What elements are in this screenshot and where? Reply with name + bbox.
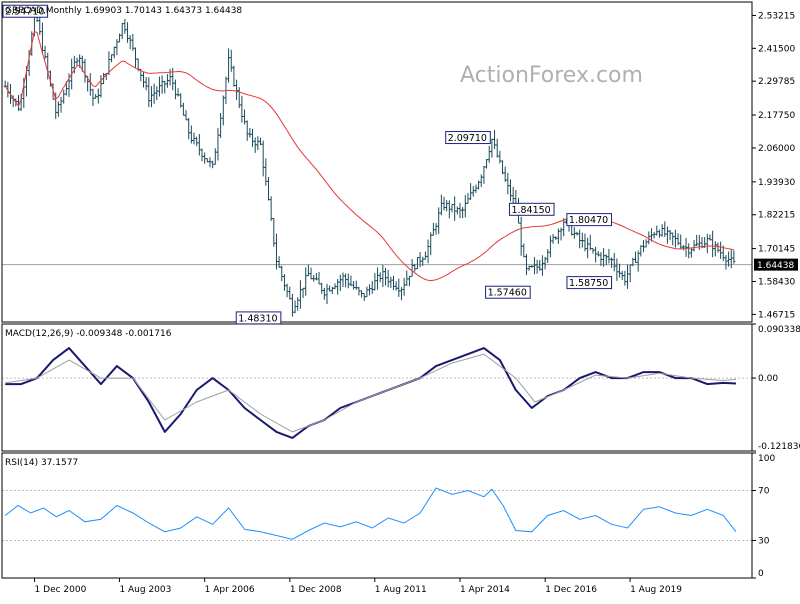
price-y-tick-label: 2.29785: [758, 77, 795, 87]
price-bars-layer: [3, 11, 736, 317]
macd-signal-line: [5, 353, 737, 433]
price-y-tick-label: 1.58430: [758, 277, 795, 287]
price-y-tick-label: 1.46715: [758, 310, 795, 320]
chart-canvas[interactable]: ActionForex.com 2.53215 2.41500 2.29785 2.1…: [0, 0, 800, 600]
indicator-lines-layer: [4, 30, 737, 540]
price-panel-title: GBPCAD,Monthly 1.69903 1.70143 1.64373 1…: [5, 6, 242, 16]
price-y-tick-label: 1.70145: [758, 245, 795, 255]
macd-macd-line: [5, 347, 737, 439]
rsi-panel-title: RSI(14) 37.1577: [5, 458, 78, 468]
panel-frames-layer: [1, 1, 756, 582]
annotation-label: 1.57460: [488, 288, 527, 299]
chart-root: ActionForex.com 2.53215 2.41500 2.29785 2.1…: [0, 0, 800, 600]
price-y-tick-label: 2.17750: [758, 111, 795, 121]
macd-y-tick-label: 0.00: [758, 374, 778, 384]
price-y-tick-label: 2.53215: [758, 11, 795, 21]
rsi-y-tick-label: 70: [758, 487, 770, 497]
x-axis-tick-label: 1 Dec 2008: [290, 585, 342, 595]
current-price-tag: 1.64438: [757, 261, 794, 271]
annotation-label: 1.48310: [238, 313, 277, 324]
watermark-layer: ActionForex.com: [460, 63, 643, 88]
price-y-tick-label: 2.06000: [758, 144, 795, 154]
panel-frame-rsi: [1, 452, 753, 579]
macd-y-tick-label: 0.090338: [758, 325, 800, 335]
annotation-label: 1.58750: [569, 278, 608, 289]
macd-panel-title: MACD(12,26,9) -0.009348 -0.001716: [5, 329, 172, 339]
panel-frame-macd: [1, 323, 753, 452]
x-axis-tick-label: 1 Apr 2014: [460, 585, 510, 595]
price-y-tick-label: 1.93930: [758, 178, 795, 188]
price-y-tick-label: 1.82215: [758, 211, 795, 221]
x-axis-tick-label: 1 Aug 2011: [375, 585, 427, 595]
price-y-tick-label: 2.41500: [758, 44, 795, 54]
rsi-y-tick-label: 100: [758, 454, 775, 464]
x-axis-tick-label: 1 Dec 2016: [545, 585, 597, 595]
rsi-y-tick-label: 30: [758, 537, 770, 547]
watermark: ActionForex.com: [460, 63, 643, 88]
x-axis-tick-label: 1 Aug 2019: [630, 585, 682, 595]
rsi-y-tick-label: 0: [758, 569, 764, 579]
macd-y-tick-label: -0.121836: [758, 442, 800, 452]
annotation-label: 1.84150: [511, 205, 550, 216]
x-axis-tick-label: 1 Aug 2003: [119, 585, 171, 595]
x-axis-tick-label: 1 Dec 2000: [35, 585, 87, 595]
annotation-label: 1.80470: [569, 215, 608, 226]
rsi-line: [4, 487, 737, 540]
grid-layer: [2, 264, 752, 541]
x-axis-tick-label: 1 Apr 2006: [205, 585, 255, 595]
annotation-label: 2.09710: [448, 133, 487, 144]
